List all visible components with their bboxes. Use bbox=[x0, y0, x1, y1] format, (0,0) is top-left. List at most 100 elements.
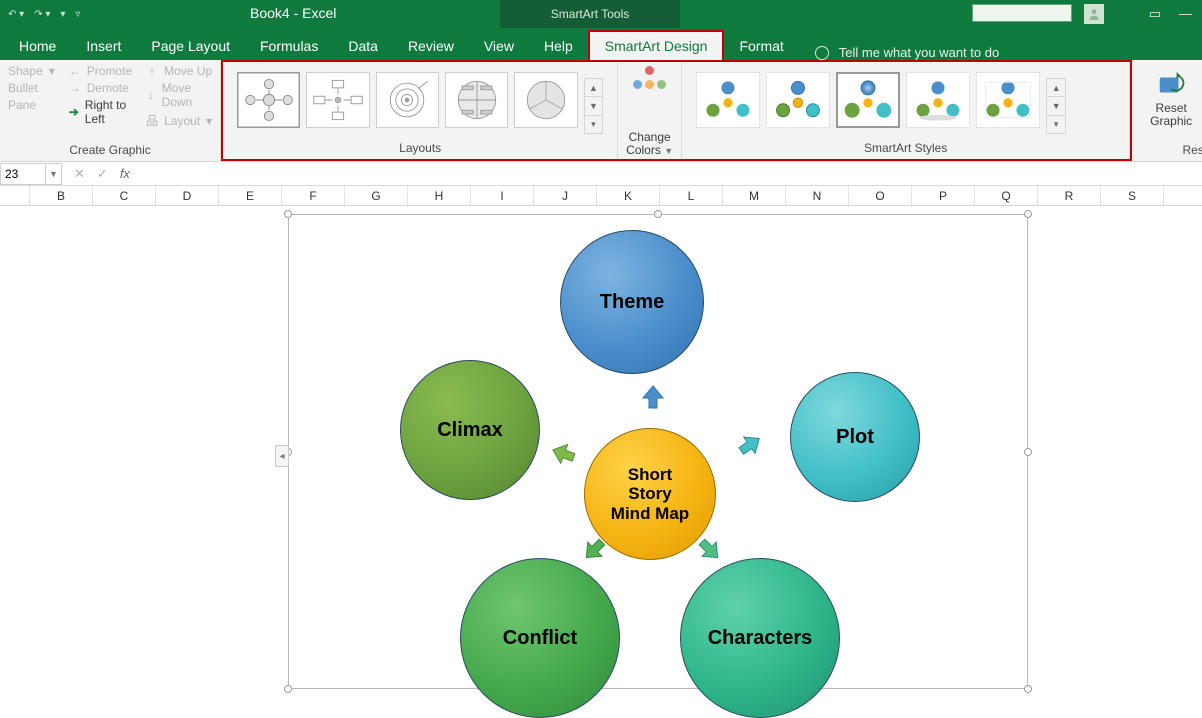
resize-handle-nw[interactable] bbox=[284, 210, 292, 218]
layout-option-5[interactable] bbox=[514, 72, 577, 128]
style-option-3[interactable] bbox=[836, 72, 900, 128]
node-characters[interactable]: Characters bbox=[680, 558, 840, 718]
tab-home[interactable]: Home bbox=[4, 32, 71, 60]
column-header-B[interactable]: B bbox=[30, 186, 93, 205]
ribbon-tabs: Home Insert Page Layout Formulas Data Re… bbox=[0, 28, 1202, 60]
style-option-2[interactable] bbox=[766, 72, 830, 128]
change-colors-label-2: Colors bbox=[626, 143, 661, 157]
title-bar: ↶ ▾ ↷ ▾ ▾ ▿ Book4 - Excel SmartArt Tools… bbox=[0, 0, 1202, 28]
column-header-K[interactable]: K bbox=[597, 186, 660, 205]
lightbulb-icon bbox=[815, 46, 829, 60]
group-label-create-graphic: Create Graphic bbox=[8, 143, 212, 159]
group-reset: ResetGraphic Convertto Shapes Reset bbox=[1132, 60, 1202, 161]
document-title: Book4 - Excel bbox=[250, 5, 336, 21]
group-label-layouts: Layouts bbox=[231, 141, 609, 157]
tab-view[interactable]: View bbox=[469, 32, 529, 60]
resize-handle-sw[interactable] bbox=[284, 685, 292, 693]
reset-graphic-button[interactable]: ResetGraphic bbox=[1150, 70, 1192, 142]
tab-format[interactable]: Format bbox=[724, 32, 798, 60]
undo-icon[interactable]: ↶ ▾ bbox=[8, 9, 24, 20]
text-pane-button[interactable]: Pane bbox=[8, 98, 55, 112]
column-header-Q[interactable]: Q bbox=[975, 186, 1038, 205]
group-label-reset: Reset bbox=[1140, 143, 1202, 159]
name-box[interactable]: 23 bbox=[0, 163, 46, 185]
column-header-C[interactable]: C bbox=[93, 186, 156, 205]
move-up-button: ↑Move Up bbox=[146, 64, 212, 78]
column-header-R[interactable]: R bbox=[1038, 186, 1101, 205]
search-input[interactable] bbox=[972, 4, 1072, 22]
column-header-G[interactable]: G bbox=[345, 186, 408, 205]
resize-handle-n[interactable] bbox=[654, 210, 662, 218]
column-header-H[interactable]: H bbox=[408, 186, 471, 205]
enter-formula-icon[interactable]: ✓ bbox=[97, 166, 108, 182]
resize-handle-se[interactable] bbox=[1024, 685, 1032, 693]
style-option-4[interactable] bbox=[906, 72, 970, 128]
ribbon-display-icon[interactable]: ▭ bbox=[1149, 6, 1161, 22]
name-box-dropdown[interactable]: ▼ bbox=[46, 163, 62, 185]
layout-option-2[interactable] bbox=[306, 72, 369, 128]
redo-icon[interactable]: ↷ ▾ bbox=[34, 9, 50, 20]
minimize-icon[interactable]: — bbox=[1179, 6, 1192, 22]
change-colors-button[interactable]: Change Colors ▼ bbox=[618, 62, 682, 159]
tab-help[interactable]: Help bbox=[529, 32, 588, 60]
styles-scroll[interactable]: ▲▼▾ bbox=[1046, 78, 1066, 134]
column-header-I[interactable]: I bbox=[471, 186, 534, 205]
tell-me-search[interactable]: Tell me what you want to do bbox=[815, 45, 999, 60]
style-option-1[interactable] bbox=[696, 72, 760, 128]
column-headers: BCDEFGHIJKLMNOPQRS bbox=[0, 186, 1202, 206]
fx-icon[interactable]: fx bbox=[120, 166, 130, 182]
qat-customize-icon[interactable]: ▾ bbox=[60, 9, 65, 20]
arrow-up-icon bbox=[636, 384, 670, 418]
column-header-J[interactable]: J bbox=[534, 186, 597, 205]
column-header-F[interactable]: F bbox=[282, 186, 345, 205]
ribbon: Shape ▾ Bullet Pane ←Promote →Demote ➔Ri… bbox=[0, 60, 1202, 162]
promote-button: ←Promote bbox=[69, 64, 132, 78]
right-to-left-button[interactable]: ➔Right to Left bbox=[69, 98, 132, 126]
group-smartart-styles: ▲▼▾ SmartArt Styles bbox=[682, 62, 1130, 159]
layout-option-4[interactable] bbox=[445, 72, 508, 128]
column-header-E[interactable]: E bbox=[219, 186, 282, 205]
qat-overflow-icon[interactable]: ▿ bbox=[75, 9, 80, 20]
column-header-S[interactable]: S bbox=[1101, 186, 1164, 205]
quick-access-toolbar: ↶ ▾ ↷ ▾ ▾ ▿ bbox=[0, 9, 80, 20]
group-layouts: ▲▼▾ Layouts bbox=[223, 62, 618, 159]
tab-insert[interactable]: Insert bbox=[71, 32, 136, 60]
user-avatar[interactable] bbox=[1084, 4, 1104, 24]
change-colors-icon bbox=[633, 66, 667, 92]
node-plot[interactable]: Plot bbox=[790, 372, 920, 502]
formula-bar: 23 ▼ ✕ ✓ fx bbox=[0, 162, 1202, 186]
cancel-formula-icon[interactable]: ✕ bbox=[74, 166, 85, 182]
layout-option-3[interactable] bbox=[376, 72, 439, 128]
change-colors-label-1: Change bbox=[629, 130, 671, 144]
column-header-P[interactable]: P bbox=[912, 186, 975, 205]
column-header-N[interactable]: N bbox=[786, 186, 849, 205]
window-controls: ▭ — bbox=[1149, 6, 1192, 22]
group-label-styles: SmartArt Styles bbox=[690, 141, 1121, 157]
column-header-O[interactable]: O bbox=[849, 186, 912, 205]
contextual-tab-label: SmartArt Tools bbox=[500, 0, 680, 28]
node-conflict[interactable]: Conflict bbox=[460, 558, 620, 718]
add-shape-button[interactable]: Shape ▾ bbox=[8, 64, 55, 78]
tab-formulas[interactable]: Formulas bbox=[245, 32, 333, 60]
layouts-scroll[interactable]: ▲▼▾ bbox=[584, 78, 604, 134]
tab-smartart-design[interactable]: SmartArt Design bbox=[588, 30, 725, 60]
node-theme[interactable]: Theme bbox=[560, 230, 704, 374]
tab-data[interactable]: Data bbox=[333, 32, 393, 60]
column-header-M[interactable]: M bbox=[723, 186, 786, 205]
resize-handle-ne[interactable] bbox=[1024, 210, 1032, 218]
column-header-L[interactable]: L bbox=[660, 186, 723, 205]
layout-option-1[interactable] bbox=[237, 72, 300, 128]
tab-review[interactable]: Review bbox=[393, 32, 469, 60]
tell-me-label: Tell me what you want to do bbox=[839, 45, 999, 60]
text-pane-toggle[interactable]: ◂ bbox=[275, 445, 289, 467]
style-option-5[interactable] bbox=[976, 72, 1040, 128]
resize-handle-e[interactable] bbox=[1024, 448, 1032, 456]
demote-button: →Demote bbox=[69, 81, 132, 95]
add-bullet-button: Bullet bbox=[8, 81, 55, 95]
column-header-D[interactable]: D bbox=[156, 186, 219, 205]
highlighted-groups: ▲▼▾ Layouts Change Colors ▼ bbox=[221, 60, 1132, 161]
tab-page-layout[interactable]: Page Layout bbox=[136, 32, 245, 60]
group-create-graphic: Shape ▾ Bullet Pane ←Promote →Demote ➔Ri… bbox=[0, 60, 221, 161]
node-climax[interactable]: Climax bbox=[400, 360, 540, 500]
layout-button: 品Layout ▾ bbox=[146, 112, 212, 129]
